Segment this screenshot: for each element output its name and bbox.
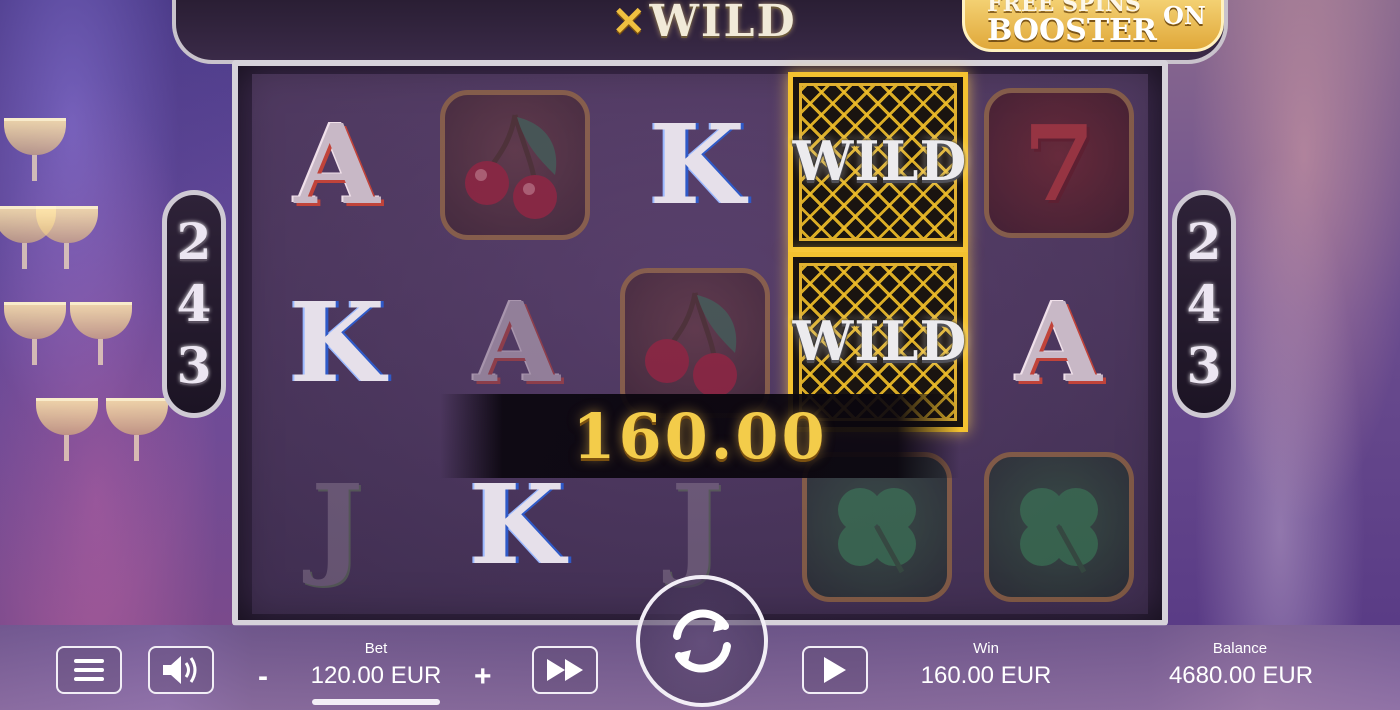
champagne-glass bbox=[106, 398, 168, 461]
champagne-glass bbox=[36, 398, 98, 461]
bet-value[interactable]: 120.00 EUR bbox=[296, 662, 456, 690]
game-logo: ✕ WILD bbox=[612, 0, 797, 47]
reel-5-row-2-symbol: A bbox=[994, 268, 1124, 418]
cherry-icon bbox=[645, 292, 737, 397]
spin-button[interactable] bbox=[636, 575, 768, 707]
balance-value: 4680.00 EUR bbox=[1168, 662, 1314, 689]
champagne-glass bbox=[0, 206, 56, 269]
win-value: 160.00 EUR bbox=[920, 662, 1052, 689]
reel-3-row-1-symbol: K bbox=[632, 90, 762, 240]
symbol-a: A bbox=[474, 278, 560, 407]
seven-tile: 7 bbox=[984, 88, 1134, 238]
play-icon bbox=[824, 657, 846, 683]
symbol-a: A bbox=[294, 100, 380, 229]
reel-4-row-1-wild: WILD bbox=[788, 72, 968, 252]
ways-indicator-right: 2 4 3 bbox=[1172, 190, 1236, 418]
autoplay-button[interactable] bbox=[802, 646, 868, 694]
refresh-icon bbox=[673, 609, 731, 673]
cherry-icon bbox=[465, 114, 557, 219]
clover-tile bbox=[984, 452, 1134, 602]
menu-button[interactable] bbox=[56, 646, 122, 694]
reel-1-row-2-symbol: K bbox=[272, 268, 402, 418]
ways-digit: 2 bbox=[176, 212, 212, 271]
turbo-button[interactable] bbox=[532, 646, 598, 694]
win-amount: 160.00 bbox=[572, 399, 828, 473]
sound-button[interactable] bbox=[148, 646, 214, 694]
bet-label: Bet bbox=[364, 640, 388, 657]
wild-label: WILD bbox=[792, 309, 968, 373]
seven-icon: 7 bbox=[1022, 101, 1096, 225]
champagne-glass bbox=[4, 302, 66, 365]
symbol-k: K bbox=[469, 460, 565, 589]
champagne-glass bbox=[4, 118, 66, 181]
bet-increase-button[interactable]: + bbox=[474, 660, 492, 694]
hamburger-icon bbox=[74, 659, 104, 681]
clover-icon bbox=[838, 488, 916, 574]
wild-label: WILD bbox=[792, 129, 968, 193]
win-label: Win bbox=[973, 640, 999, 657]
ways-digit: 2 bbox=[1186, 212, 1222, 271]
bet-underline bbox=[312, 699, 440, 705]
ways-indicator-left: 2 4 3 bbox=[162, 190, 226, 418]
champagne-glass bbox=[70, 302, 132, 365]
ways-digit: 4 bbox=[176, 274, 212, 333]
symbol-k: K bbox=[649, 100, 745, 229]
reel-5-row-3-symbol bbox=[984, 452, 1134, 602]
ways-digit: 4 bbox=[1186, 274, 1222, 333]
fast-forward-icon bbox=[547, 659, 583, 681]
clover-icon bbox=[1020, 488, 1098, 574]
win-banner: 160.00 bbox=[440, 394, 960, 478]
speaker-icon bbox=[163, 656, 197, 684]
reel-5-row-1-symbol: 7 bbox=[984, 88, 1134, 238]
symbol-a: A bbox=[1016, 278, 1102, 407]
reel-1-row-3-symbol: J bbox=[272, 450, 402, 600]
cherry-tile bbox=[440, 90, 590, 240]
ways-digit: 3 bbox=[1186, 336, 1222, 395]
balance-label: Balance bbox=[1212, 640, 1268, 657]
ways-digit: 3 bbox=[176, 336, 212, 395]
booster-line2: BOOSTER bbox=[987, 13, 1157, 48]
logo-mark-icon: ✕ bbox=[612, 0, 648, 45]
symbol-j: J bbox=[670, 460, 724, 589]
symbol-k: K bbox=[289, 278, 385, 407]
booster-state: ON bbox=[1163, 1, 1206, 30]
free-spins-booster-toggle[interactable]: FREE SPINS BOOSTER ON bbox=[962, 0, 1224, 52]
symbol-j: J bbox=[310, 460, 364, 589]
bet-decrease-button[interactable]: - bbox=[258, 660, 268, 694]
reel-2-row-1-symbol bbox=[440, 90, 590, 240]
logo-text: WILD bbox=[649, 0, 797, 47]
reel-1-row-1-symbol: A bbox=[272, 90, 402, 240]
